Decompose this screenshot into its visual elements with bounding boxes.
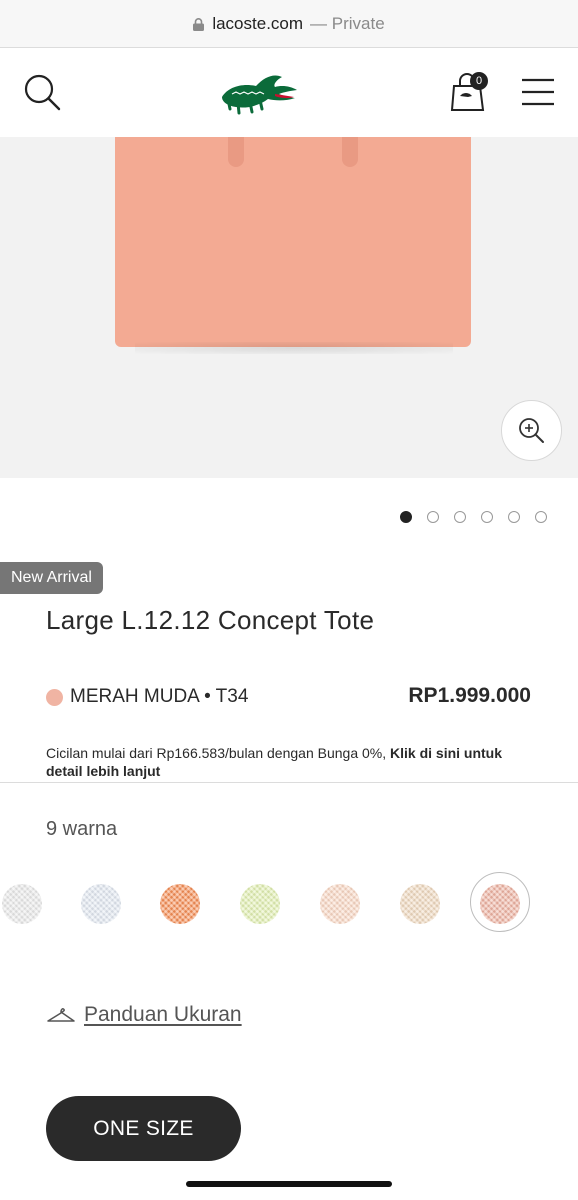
lock-icon [193, 18, 205, 31]
site-header: 0 [0, 48, 578, 137]
zoom-in-icon [519, 418, 544, 443]
carousel-dot[interactable] [481, 511, 493, 523]
selected-color-swatch [46, 688, 63, 706]
color-swatch[interactable] [320, 884, 360, 924]
installment-text: Cicilan mulai dari Rp166.583/bulan denga… [46, 745, 391, 761]
color-swatch[interactable] [160, 884, 200, 924]
installment-info: Cicilan mulai dari Rp166.583/bulan denga… [46, 744, 536, 780]
product-image-gallery[interactable] [0, 137, 578, 478]
private-mode-label: — Private [310, 13, 385, 33]
bag-strap [342, 137, 358, 167]
size-guide-link[interactable]: Panduan Ukuran [46, 1003, 242, 1027]
product-shadow [135, 342, 453, 354]
search-icon[interactable] [22, 72, 62, 112]
color-swatch-selected[interactable] [480, 884, 520, 924]
product-price: RP1.999.000 [408, 684, 531, 707]
product-title: Large L.12.12 Concept Tote [46, 605, 375, 635]
home-indicator [186, 1181, 392, 1187]
carousel-dot[interactable] [508, 511, 520, 523]
url-domain: lacoste.com [212, 13, 304, 33]
color-swatch-list [0, 872, 578, 934]
section-divider [0, 782, 578, 783]
carousel-dot[interactable] [400, 511, 412, 523]
lacoste-crocodile-logo[interactable] [218, 67, 300, 117]
carousel-dot[interactable] [454, 511, 466, 523]
color-swatch[interactable] [2, 884, 42, 924]
product-image [115, 137, 471, 347]
carousel-dots [400, 511, 547, 523]
selected-color-label: MERAH MUDA • T34 [70, 686, 249, 707]
zoom-button[interactable] [501, 400, 562, 461]
color-swatch[interactable] [81, 884, 121, 924]
bag-strap [228, 137, 244, 167]
hamburger-menu-icon[interactable] [520, 76, 556, 108]
color-swatch[interactable] [240, 884, 280, 924]
carousel-dot[interactable] [535, 511, 547, 523]
size-guide-label[interactable]: Panduan Ukuran [84, 1003, 242, 1027]
selected-color: MERAH MUDA • T34 [46, 686, 248, 708]
cart-count-badge: 0 [470, 72, 488, 90]
color-count-label: 9 warna [46, 818, 118, 840]
browser-url-bar[interactable]: lacoste.com — Private [0, 0, 578, 48]
color-swatch[interactable] [400, 884, 440, 924]
hanger-icon [47, 1008, 75, 1022]
carousel-dot[interactable] [427, 511, 439, 523]
new-arrival-badge: New Arrival [0, 562, 103, 594]
one-size-button[interactable]: ONE SIZE [46, 1096, 241, 1161]
